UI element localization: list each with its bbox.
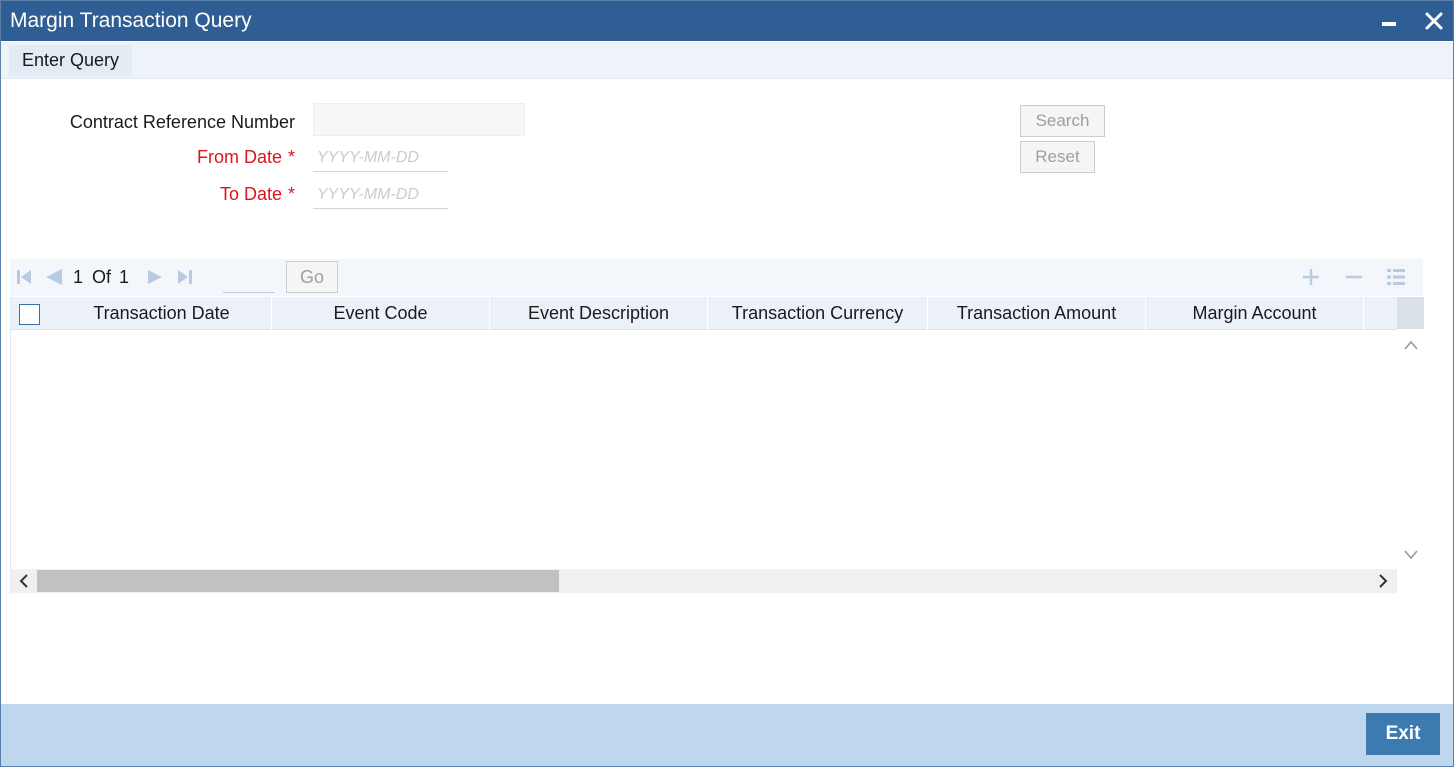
margin-transaction-query-window: Margin Transaction Query Enter Query Con… [0, 0, 1454, 767]
scroll-left-button[interactable] [17, 574, 31, 588]
close-icon [1425, 12, 1443, 30]
close-button[interactable] [1418, 5, 1450, 37]
to-date-input[interactable] [313, 181, 448, 209]
select-all-checkbox[interactable] [19, 304, 40, 325]
total-pages-number: 1 [119, 267, 130, 287]
delete-row-icon [1346, 275, 1362, 279]
column-header-transaction-amount[interactable]: Transaction Amount [928, 297, 1146, 330]
previous-page-button[interactable] [44, 267, 64, 287]
contract-reference-label: Contract Reference Number [21, 111, 295, 133]
scroll-down-button[interactable] [1403, 547, 1418, 562]
page-number-input[interactable] [223, 263, 275, 293]
chevron-up-icon [1403, 340, 1418, 350]
from-date-label-text: From Date [196, 147, 282, 167]
grid-vertical-scrollbar[interactable] [1397, 297, 1424, 569]
column-header-margin-account[interactable]: Margin Account [1146, 297, 1364, 330]
first-page-icon [17, 270, 31, 284]
window-title: Margin Transaction Query [10, 9, 252, 32]
column-header-transaction-date[interactable]: Transaction Date [52, 297, 272, 330]
exit-button[interactable]: Exit [1366, 713, 1440, 755]
page-of-label: Of [92, 267, 112, 287]
horizontal-scroll-thumb[interactable] [37, 570, 559, 592]
chevron-right-icon [1379, 574, 1388, 588]
scrollbar-header-cap [1397, 297, 1424, 329]
reset-button[interactable]: Reset [1020, 141, 1095, 173]
chevron-left-icon [19, 574, 28, 588]
menu-bar: Enter Query [1, 42, 1453, 79]
menu-item-enter-query[interactable]: Enter Query [9, 45, 133, 76]
from-date-input[interactable] [313, 144, 448, 172]
current-page-number: 1 [73, 267, 84, 287]
to-date-label: To Date * [21, 183, 295, 205]
transactions-grid: Transaction Date Event Code Event Descri… [10, 297, 1424, 594]
scroll-up-button[interactable] [1403, 337, 1418, 352]
contract-reference-label-text: Contract Reference Number [69, 112, 295, 132]
chevron-down-icon [1403, 549, 1418, 559]
columns-button[interactable] [1383, 265, 1409, 289]
minimize-icon [1382, 22, 1396, 26]
columns-icon [1387, 269, 1405, 285]
to-date-label-text: To Date [219, 184, 282, 204]
required-marker: * [287, 184, 295, 204]
contract-reference-input[interactable] [313, 103, 525, 136]
next-page-icon [148, 270, 162, 284]
scroll-right-button[interactable] [1376, 574, 1390, 588]
search-button[interactable]: Search [1020, 105, 1105, 137]
grid-horizontal-scrollbar[interactable] [11, 569, 1397, 593]
grid-header-row: Transaction Date Event Code Event Descri… [11, 297, 1397, 330]
delete-row-button[interactable] [1341, 265, 1367, 289]
pagination-bar: 1 Of 1 Go [10, 259, 1423, 296]
last-page-icon [178, 270, 192, 284]
title-bar: Margin Transaction Query [1, 1, 1453, 41]
prev-page-icon [46, 269, 62, 285]
add-row-button[interactable] [1298, 265, 1324, 289]
go-button[interactable]: Go [286, 261, 338, 293]
required-marker: * [287, 147, 295, 167]
column-header-event-code[interactable]: Event Code [272, 297, 490, 330]
footer-bar: Exit [1, 704, 1453, 766]
minimize-button[interactable] [1373, 5, 1405, 37]
first-page-button[interactable] [15, 267, 33, 287]
column-header-event-description[interactable]: Event Description [490, 297, 708, 330]
from-date-label: From Date * [21, 146, 295, 168]
column-header-transaction-currency[interactable]: Transaction Currency [708, 297, 928, 330]
next-page-button[interactable] [146, 267, 164, 287]
add-row-icon [1303, 269, 1319, 285]
last-page-button[interactable] [176, 267, 194, 287]
